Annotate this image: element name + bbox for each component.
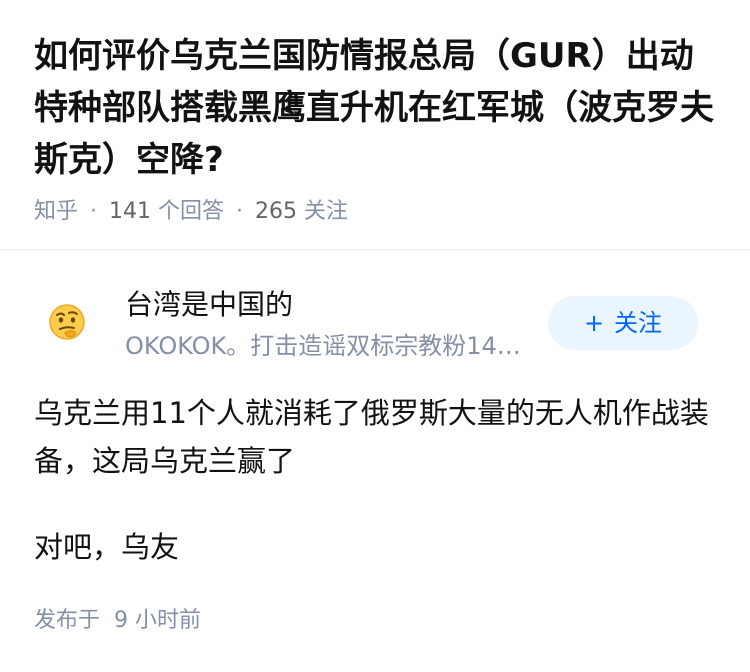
author-name[interactable]: 台湾是中国的 [125, 285, 293, 325]
author-bio: OKOKOK。打击造谣双标宗教粉14… [125, 332, 521, 360]
follow-button-label: 关注 [614, 309, 663, 337]
answer-paragraph: 乌克兰用11个人就消耗了俄罗斯大量的无人机作战装备，这局乌克兰赢了 [34, 396, 709, 478]
meta-separator: · [90, 199, 98, 224]
avatar[interactable] [48, 303, 86, 341]
answer-paragraph: 对吧，乌友 [34, 530, 180, 564]
thinking-face-emoji-icon [49, 304, 85, 340]
question-title[interactable]: 如何评价乌克兰国防情报总局（GUR）出动特种部队搭载黑鹰直升机在红军城（波克罗夫… [34, 30, 716, 186]
time-prefix: 发布于 [34, 608, 101, 633]
followers-label[interactable]: 关注 [304, 199, 348, 224]
answer-content[interactable]: 乌克兰用11个人就消耗了俄罗斯大量的无人机作战装备，这局乌克兰赢了 对吧，乌友 [34, 389, 716, 571]
answers-label[interactable]: 个回答 [158, 199, 224, 224]
answer-timestamp: 发布于 9 小时前 [34, 605, 201, 637]
follow-button[interactable]: + 关注 [548, 296, 698, 350]
question-meta: 知乎 · 141 个回答 · 265 关注 [34, 196, 348, 228]
answers-count: 141 [109, 199, 152, 224]
question-header: 如何评价乌克兰国防情报总局（GUR）出动特种部队搭载黑鹰直升机在红军城（波克罗夫… [0, 0, 750, 248]
answer-card: 台湾是中国的 OKOKOK。打击造谣双标宗教粉14… + 关注 乌克兰用11个人就… [0, 251, 750, 672]
source-label[interactable]: 知乎 [34, 199, 78, 224]
plus-icon: + [583, 309, 605, 337]
followers-count: 265 [255, 199, 298, 224]
meta-separator: · [236, 199, 244, 224]
time-value: 9 小时前 [114, 608, 202, 633]
